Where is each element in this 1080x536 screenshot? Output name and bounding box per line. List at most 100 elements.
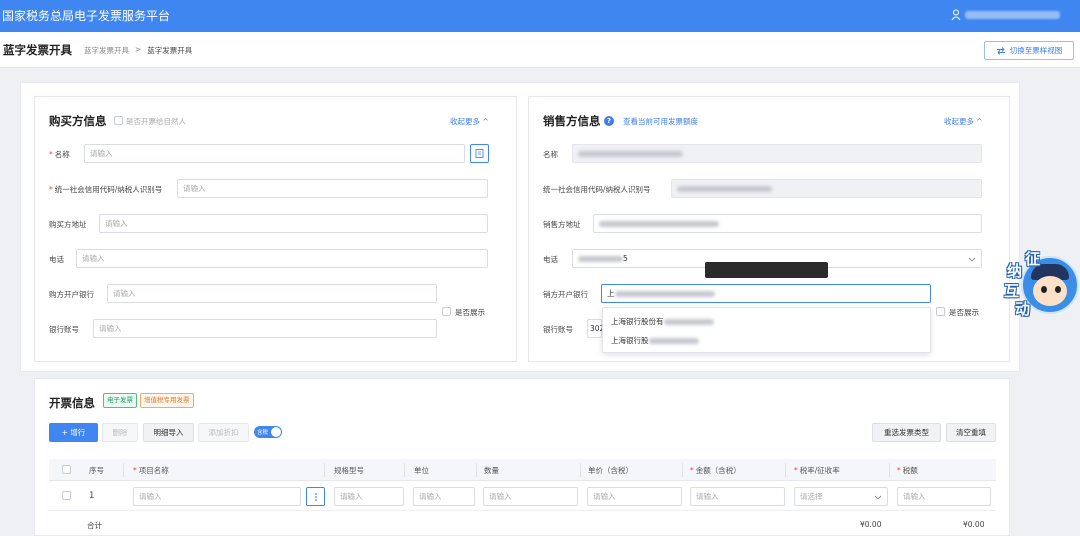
total-label: 合计 — [87, 521, 102, 530]
breadcrumb-separator: > — [135, 45, 142, 54]
interaction-mascot[interactable]: 征 纳 互 动 — [1003, 248, 1080, 322]
buyer-title: 购买方信息 — [49, 114, 107, 128]
amount-input[interactable]: 请输入 — [690, 487, 785, 506]
table-header: 序号 * 项目名称 规格型号 单位 数量 单价（含税） * 金额（含税） * 税率/征… — [49, 459, 996, 481]
tag-electronic: 电子发票 — [103, 393, 137, 408]
buyer-bank-label: 购方开户银行 — [49, 290, 94, 299]
breadcrumb-current: 蓝字发票开具 — [147, 46, 193, 55]
unit-input[interactable]: 请输入 — [413, 487, 475, 506]
buyer-account-input[interactable]: 请输入 — [93, 319, 437, 338]
seller-address-label: 销售方地址 — [543, 220, 581, 229]
column-divider — [324, 463, 325, 477]
bank-dropdown: 上海银行股份有 上海银行股 — [602, 307, 931, 353]
buyer-tax-id-label: * 统一社会信用代码/纳税人识别号 — [49, 185, 163, 194]
seller-phone-label: 电话 — [543, 255, 558, 264]
col-tax-rate: * 税率/征收率 — [794, 466, 840, 475]
help-icon[interactable]: ? — [604, 116, 614, 126]
quantity-input[interactable]: 请输入 — [483, 487, 578, 506]
address-book-icon — [475, 149, 484, 158]
natural-person-label: 是否开票给自然人 — [126, 117, 186, 126]
reselect-type-button[interactable]: 重选发票类型 — [872, 423, 941, 442]
seller-bank-input[interactable]: 上 — [601, 284, 931, 303]
seller-account-input[interactable]: 302 — [587, 319, 604, 338]
buyer-address-label: 购买方地址 — [49, 220, 87, 229]
switch-view-button[interactable]: 切换至票样视图 — [984, 41, 1074, 60]
breadcrumb: 蓝字发票开具 > 蓝字发票开具 — [84, 45, 192, 56]
buyer-bank-input[interactable]: 请输入 — [107, 284, 437, 303]
column-divider — [123, 463, 124, 477]
add-discount-button[interactable]: 添加折扣 — [198, 423, 249, 442]
seller-show-checkbox[interactable] — [936, 307, 945, 316]
seller-tax-id-label: 统一社会信用代码/纳税人识别号 — [543, 185, 651, 194]
column-divider — [785, 463, 786, 477]
tax-inclusive-toggle[interactable]: 含税 — [254, 426, 282, 438]
select-all-checkbox[interactable] — [62, 465, 71, 474]
seller-phone-value-end: 5 — [623, 254, 628, 263]
buyer-name-input[interactable]: 请输入 — [84, 144, 465, 163]
user-menu[interactable] — [951, 9, 1060, 21]
mascot-eye — [1055, 286, 1061, 293]
column-divider — [889, 463, 890, 477]
page-header: 蓝字发票开具 蓝字发票开具 > 蓝字发票开具 切换至票样视图 — [0, 32, 1080, 68]
invoice-title: 开票信息 — [49, 396, 95, 410]
bank-option[interactable]: 上海银行股份有 — [611, 316, 714, 327]
seller-bank-value-prefix: 上 — [607, 289, 615, 298]
bank-option[interactable]: 上海银行股 — [611, 335, 699, 346]
buyer-show-checkbox[interactable] — [442, 307, 451, 316]
seller-show-label: 是否展示 — [949, 308, 979, 317]
tax-inclusive-label: 含税 — [257, 430, 269, 436]
col-spec: 规格型号 — [334, 466, 364, 475]
app-title: 国家税务总局电子发票服务平台 — [2, 9, 171, 23]
toggle-knob — [271, 427, 281, 437]
buyer-phone-input[interactable]: 请输入 — [76, 249, 488, 268]
quota-link[interactable]: 查看当前可用发票额度 — [623, 116, 698, 127]
seller-bank-label: 销方开户银行 — [543, 290, 588, 299]
column-divider — [404, 463, 405, 477]
tax-rate-select[interactable]: 请选择 — [794, 487, 888, 506]
switch-icon — [996, 46, 1005, 55]
user-name-redacted — [965, 11, 1060, 19]
address-book-button[interactable] — [470, 144, 489, 163]
col-tax-amount: * 税额 — [897, 466, 918, 475]
tag-special-vat: 增值税专用发票 — [140, 393, 194, 408]
col-quantity: 数量 — [484, 466, 499, 475]
delete-button[interactable]: 删除 — [102, 423, 138, 442]
seller-address-input[interactable] — [593, 214, 982, 233]
col-unit-price: 单价（含税） — [588, 466, 633, 475]
clear-refill-button[interactable]: 清空重填 — [946, 423, 996, 442]
buyer-address-input[interactable]: 请输入 — [99, 214, 488, 233]
item-more-button[interactable] — [306, 487, 325, 506]
seller-name-input — [572, 144, 982, 163]
col-amount: * 金额（含税） — [690, 466, 741, 475]
top-bar: 国家税务总局电子发票服务平台 — [0, 0, 1080, 32]
seller-tax-id-input — [671, 179, 982, 198]
buyer-tax-id-input[interactable]: 请输入 — [177, 179, 488, 198]
natural-person-checkbox[interactable] — [114, 116, 123, 125]
unit-price-input[interactable]: 请输入 — [587, 487, 682, 506]
col-item-name: * 项目名称 — [133, 466, 169, 475]
user-icon — [951, 9, 961, 21]
column-divider — [580, 463, 581, 477]
detail-import-button[interactable]: 明细导入 — [143, 423, 194, 442]
buyer-collapse-link[interactable]: 收起更多 ^ — [450, 116, 489, 127]
spec-input[interactable]: 请输入 — [334, 487, 404, 506]
tooltip-redacted — [705, 262, 828, 278]
page-title: 蓝字发票开具 — [3, 43, 72, 57]
row-checkbox[interactable] — [62, 491, 71, 500]
mascot-char: 纳 — [1007, 262, 1023, 280]
breadcrumb-item[interactable]: 蓝字发票开具 — [84, 45, 129, 56]
tax-amount-input[interactable]: 请输入 — [897, 487, 991, 506]
col-index: 序号 — [89, 466, 104, 475]
tax-rate-placeholder: 请选择 — [800, 492, 823, 501]
seller-account-label: 银行账号 — [543, 325, 573, 334]
chevron-down-icon — [874, 495, 882, 500]
column-divider — [476, 463, 477, 477]
add-row-button[interactable]: + 增行 — [49, 423, 98, 442]
seller-collapse-link[interactable]: 收起更多 ^ — [944, 116, 983, 127]
seller-name-label: 名称 — [543, 150, 558, 159]
more-vertical-icon — [314, 492, 317, 501]
mascot-char: 动 — [1015, 300, 1031, 318]
item-name-input[interactable]: 请输入 — [133, 487, 301, 506]
mascot-char: 征 — [1025, 250, 1041, 268]
total-tax: ¥0.00 — [963, 520, 985, 529]
